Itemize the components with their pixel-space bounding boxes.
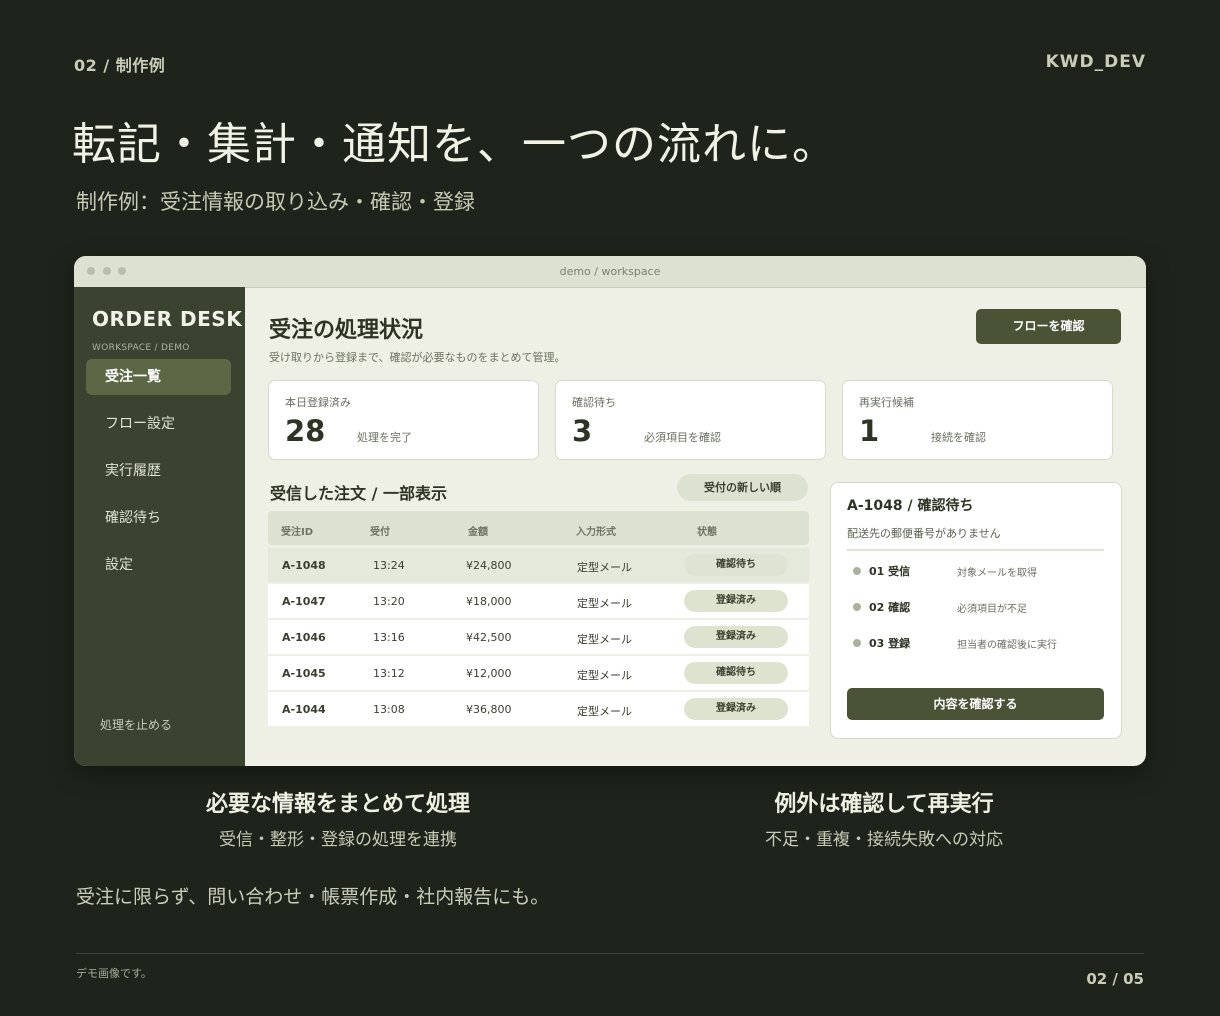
headline: 転記・集計・通知を、一つの流れに。 (72, 119, 837, 170)
feature-title: 必要な情報をまとめて処理 (205, 792, 470, 817)
stop-processing-link[interactable]: 処理を止める (100, 716, 172, 733)
page-number: 02 / 05 (1086, 970, 1144, 988)
review-content-button[interactable]: 内容を確認する (847, 688, 1104, 720)
order-format: 定型メール (577, 597, 632, 610)
order-format: 定型メール (577, 561, 632, 574)
page-description: 受け取りから登録まで、確認が必要なものをまとめて管理。 (269, 351, 566, 364)
stat-label: 確認待ち (572, 396, 616, 409)
order-id: A-1046 (282, 631, 326, 644)
order-id: A-1044 (282, 703, 326, 716)
stat-value: 28 (285, 414, 326, 448)
sidebar-item-orders[interactable]: 受注一覧 (86, 359, 231, 395)
stat-note: 処理を完了 (357, 431, 412, 444)
sort-newest-button[interactable]: 受付の新しい順 (677, 474, 808, 501)
orders-list-title: 受信した注文 / 一部表示 (270, 484, 447, 503)
step-note: 担当者の確認後に実行 (957, 640, 1057, 651)
column-header[interactable]: 受注ID (281, 523, 313, 538)
column-header[interactable]: 金額 (468, 523, 488, 538)
step-item: 02 確認 必須項目が不足 (851, 597, 1101, 617)
table-row[interactable]: A-1045 13:12 ¥12,000 定型メール 確認待ち (268, 656, 809, 690)
sidebar: ORDER DESK WORKSPACE / DEMO 受注一覧 フロー設定 実… (74, 287, 245, 766)
feature-subtitle: 受信・整形・登録の処理を連携 (219, 830, 457, 850)
page-title: 受注の処理状況 (269, 318, 424, 343)
detail-description: 配送先の郵便番号がありません (847, 527, 1001, 540)
sidebar-item-history[interactable]: 実行履歴 (86, 453, 231, 489)
order-amount: ¥36,800 (466, 703, 512, 716)
stat-label: 本日登録済み (285, 396, 351, 409)
order-time: 13:20 (373, 595, 405, 608)
status-badge: 確認待ち (684, 662, 788, 684)
order-time: 13:16 (373, 631, 405, 644)
order-id: A-1045 (282, 667, 326, 680)
brand-label: KWD_DEV (1045, 52, 1146, 72)
table-row[interactable]: A-1044 13:08 ¥36,800 定型メール 登録済み (268, 692, 809, 726)
step-dot-icon (853, 567, 861, 575)
order-time: 13:24 (373, 559, 405, 572)
app-window: demo / workspace ORDER DESK WORKSPACE / … (74, 256, 1146, 766)
order-time: 13:12 (373, 667, 405, 680)
order-amount: ¥42,500 (466, 631, 512, 644)
sidebar-item-flow-settings[interactable]: フロー設定 (86, 406, 231, 442)
subheadline: 制作例：受注情報の取り込み・確認・登録 (76, 190, 475, 214)
window-titlebar: demo / workspace (74, 256, 1146, 288)
stat-value: 3 (572, 414, 593, 448)
table-row[interactable]: A-1048 13:24 ¥24,800 定型メール 確認待ち (268, 548, 809, 582)
sidebar-item-settings[interactable]: 設定 (86, 547, 231, 583)
detail-panel: A-1048 / 確認待ち 配送先の郵便番号がありません 01 受信 対象メール… (830, 482, 1122, 739)
step-name: 01 受信 (869, 565, 911, 578)
step-name: 02 確認 (869, 601, 911, 614)
workspace-label: WORKSPACE / DEMO (92, 343, 190, 353)
status-badge: 確認待ち (684, 554, 788, 576)
slide-label: 02 / 制作例 (74, 56, 166, 75)
app-title: ORDER DESK (92, 307, 243, 331)
order-format: 定型メール (577, 705, 632, 718)
stat-card-registered: 本日登録済み 28 処理を完了 (268, 380, 539, 460)
view-flow-button[interactable]: フローを確認 (976, 309, 1121, 344)
table-row[interactable]: A-1046 13:16 ¥42,500 定型メール 登録済み (268, 620, 809, 654)
footnote: デモ画像です。 (76, 967, 152, 980)
window-title: demo / workspace (559, 265, 661, 278)
step-item: 01 受信 対象メールを取得 (851, 561, 1101, 581)
order-format: 定型メール (577, 669, 632, 682)
order-id: A-1047 (282, 595, 326, 608)
order-amount: ¥12,000 (466, 667, 512, 680)
bottom-statement: 受注に限らず、問い合わせ・帳票作成・社内報告にも。 (76, 886, 550, 908)
feature-title: 例外は確認して再実行 (774, 792, 994, 817)
step-dot-icon (853, 603, 861, 611)
status-badge: 登録済み (684, 626, 788, 648)
order-amount: ¥18,000 (466, 595, 512, 608)
order-format: 定型メール (577, 633, 632, 646)
step-note: 必須項目が不足 (957, 604, 1027, 615)
step-name: 03 登録 (869, 637, 911, 650)
column-header[interactable]: 入力形式 (576, 523, 616, 538)
step-dot-icon (853, 639, 861, 647)
column-header[interactable]: 受付 (370, 523, 390, 538)
detail-title: A-1048 / 確認待ち (847, 498, 974, 514)
stat-note: 接続を確認 (931, 431, 986, 444)
status-badge: 登録済み (684, 698, 788, 720)
footer-divider (76, 953, 1144, 954)
stat-label: 再実行候補 (859, 396, 914, 409)
order-amount: ¥24,800 (466, 559, 512, 572)
feature-subtitle: 不足・重複・接続失敗への対応 (765, 830, 1003, 850)
column-header[interactable]: 状態 (697, 523, 717, 538)
stat-value: 1 (859, 414, 880, 448)
table-header: 受注ID 受付 金額 入力形式 状態 (268, 511, 809, 545)
order-time: 13:08 (373, 703, 405, 716)
stat-note: 必須項目を確認 (644, 431, 721, 444)
stat-card-retry: 再実行候補 1 接続を確認 (842, 380, 1113, 460)
order-id: A-1048 (282, 559, 326, 572)
step-item: 03 登録 担当者の確認後に実行 (851, 633, 1101, 653)
table-row[interactable]: A-1047 13:20 ¥18,000 定型メール 登録済み (268, 584, 809, 618)
stat-card-pending: 確認待ち 3 必須項目を確認 (555, 380, 826, 460)
status-badge: 登録済み (684, 590, 788, 612)
sidebar-item-pending[interactable]: 確認待ち (86, 500, 231, 536)
divider (847, 549, 1104, 551)
step-note: 対象メールを取得 (957, 568, 1037, 579)
